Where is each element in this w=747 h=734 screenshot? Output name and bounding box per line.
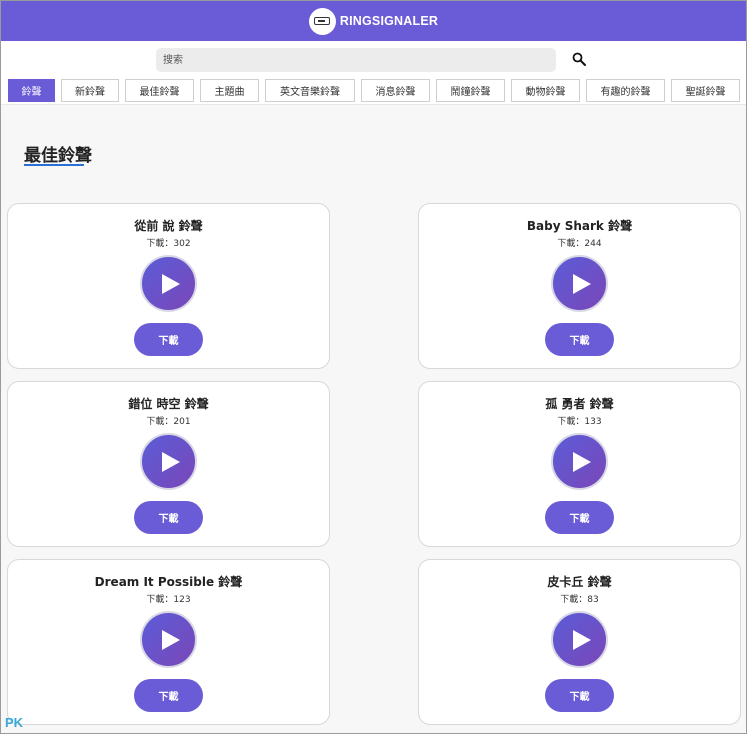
tab-ringtones[interactable]: 鈴聲 [8, 79, 55, 102]
top-header: RINGSIGNALER [1, 1, 746, 41]
search-input[interactable] [156, 48, 556, 72]
tab-best-ringtones[interactable]: 最佳鈴聲 [125, 79, 194, 102]
download-count: 下載：133 [557, 417, 602, 427]
tab-christmas-ringtones[interactable]: 聖誕鈴聲 [671, 79, 740, 102]
play-icon [572, 451, 591, 472]
play-button[interactable] [551, 611, 608, 668]
title-underline [24, 164, 84, 166]
watermark: PK [5, 715, 24, 730]
category-tabs: 鈴聲 新鈴聲 最佳鈴聲 主題曲 英文音樂鈴聲 消息鈴聲 鬧鐘鈴聲 動物鈴聲 有趣… [1, 77, 746, 105]
tab-new-ringtones[interactable]: 新鈴聲 [61, 79, 119, 102]
tab-theme-songs[interactable]: 主題曲 [200, 79, 259, 102]
ringtone-title: 孤 勇者 鈴聲 [545, 397, 614, 411]
tab-alarm-ringtones[interactable]: 鬧鐘鈴聲 [436, 79, 505, 102]
ringtone-card: 孤 勇者 鈴聲 下載：133 下載 [418, 381, 741, 547]
phone-logo-icon [308, 7, 336, 35]
tab-funny-ringtones[interactable]: 有趣的鈴聲 [586, 79, 665, 102]
download-button[interactable]: 下載 [545, 501, 614, 534]
play-button[interactable] [140, 255, 197, 312]
ringtone-card: 皮卡丘 鈴聲 下載：83 下載 [418, 559, 741, 725]
play-icon [572, 629, 591, 650]
tab-english-music[interactable]: 英文音樂鈴聲 [265, 79, 355, 102]
play-icon [161, 629, 180, 650]
ringtone-title: Dream It Possible 鈴聲 [94, 575, 243, 589]
download-button[interactable]: 下載 [134, 679, 203, 712]
tab-animal-ringtones[interactable]: 動物鈴聲 [511, 79, 580, 102]
download-button[interactable]: 下載 [134, 501, 203, 534]
play-button[interactable] [551, 433, 608, 490]
ringtone-title: 從前 說 鈴聲 [134, 219, 203, 233]
play-button[interactable] [140, 433, 197, 490]
download-button[interactable]: 下載 [545, 323, 614, 356]
play-icon [161, 451, 180, 472]
download-button[interactable]: 下載 [134, 323, 203, 356]
ringtone-card: 錯位 時空 鈴聲 下載：201 下載 [7, 381, 330, 547]
section-title: 最佳鈴聲 [24, 146, 92, 166]
play-button[interactable] [551, 255, 608, 312]
search-bar [1, 41, 746, 77]
download-count: 下載：302 [146, 239, 191, 249]
brand-name: RINGSIGNALER [339, 14, 439, 28]
search-icon[interactable] [572, 52, 586, 66]
play-button[interactable] [140, 611, 197, 668]
play-icon [161, 273, 180, 294]
download-count: 下載：244 [557, 239, 602, 249]
brand-logo[interactable]: RINGSIGNALER [308, 7, 439, 35]
ringtone-card: 從前 說 鈴聲 下載：302 下載 [7, 203, 330, 369]
download-button[interactable]: 下載 [545, 679, 614, 712]
ringtone-title: 錯位 時空 鈴聲 [128, 397, 209, 411]
download-count: 下載：83 [560, 595, 599, 605]
play-icon [572, 273, 591, 294]
ringtone-title: Baby Shark 鈴聲 [526, 219, 633, 233]
download-count: 下載：201 [146, 417, 191, 427]
ringtone-title: 皮卡丘 鈴聲 [547, 575, 612, 589]
download-count: 下載：123 [146, 595, 191, 605]
ringtone-card: Baby Shark 鈴聲 下載：244 下載 [418, 203, 741, 369]
ringtone-card: Dream It Possible 鈴聲 下載：123 下載 [7, 559, 330, 725]
tab-message-ringtones[interactable]: 消息鈴聲 [361, 79, 430, 102]
